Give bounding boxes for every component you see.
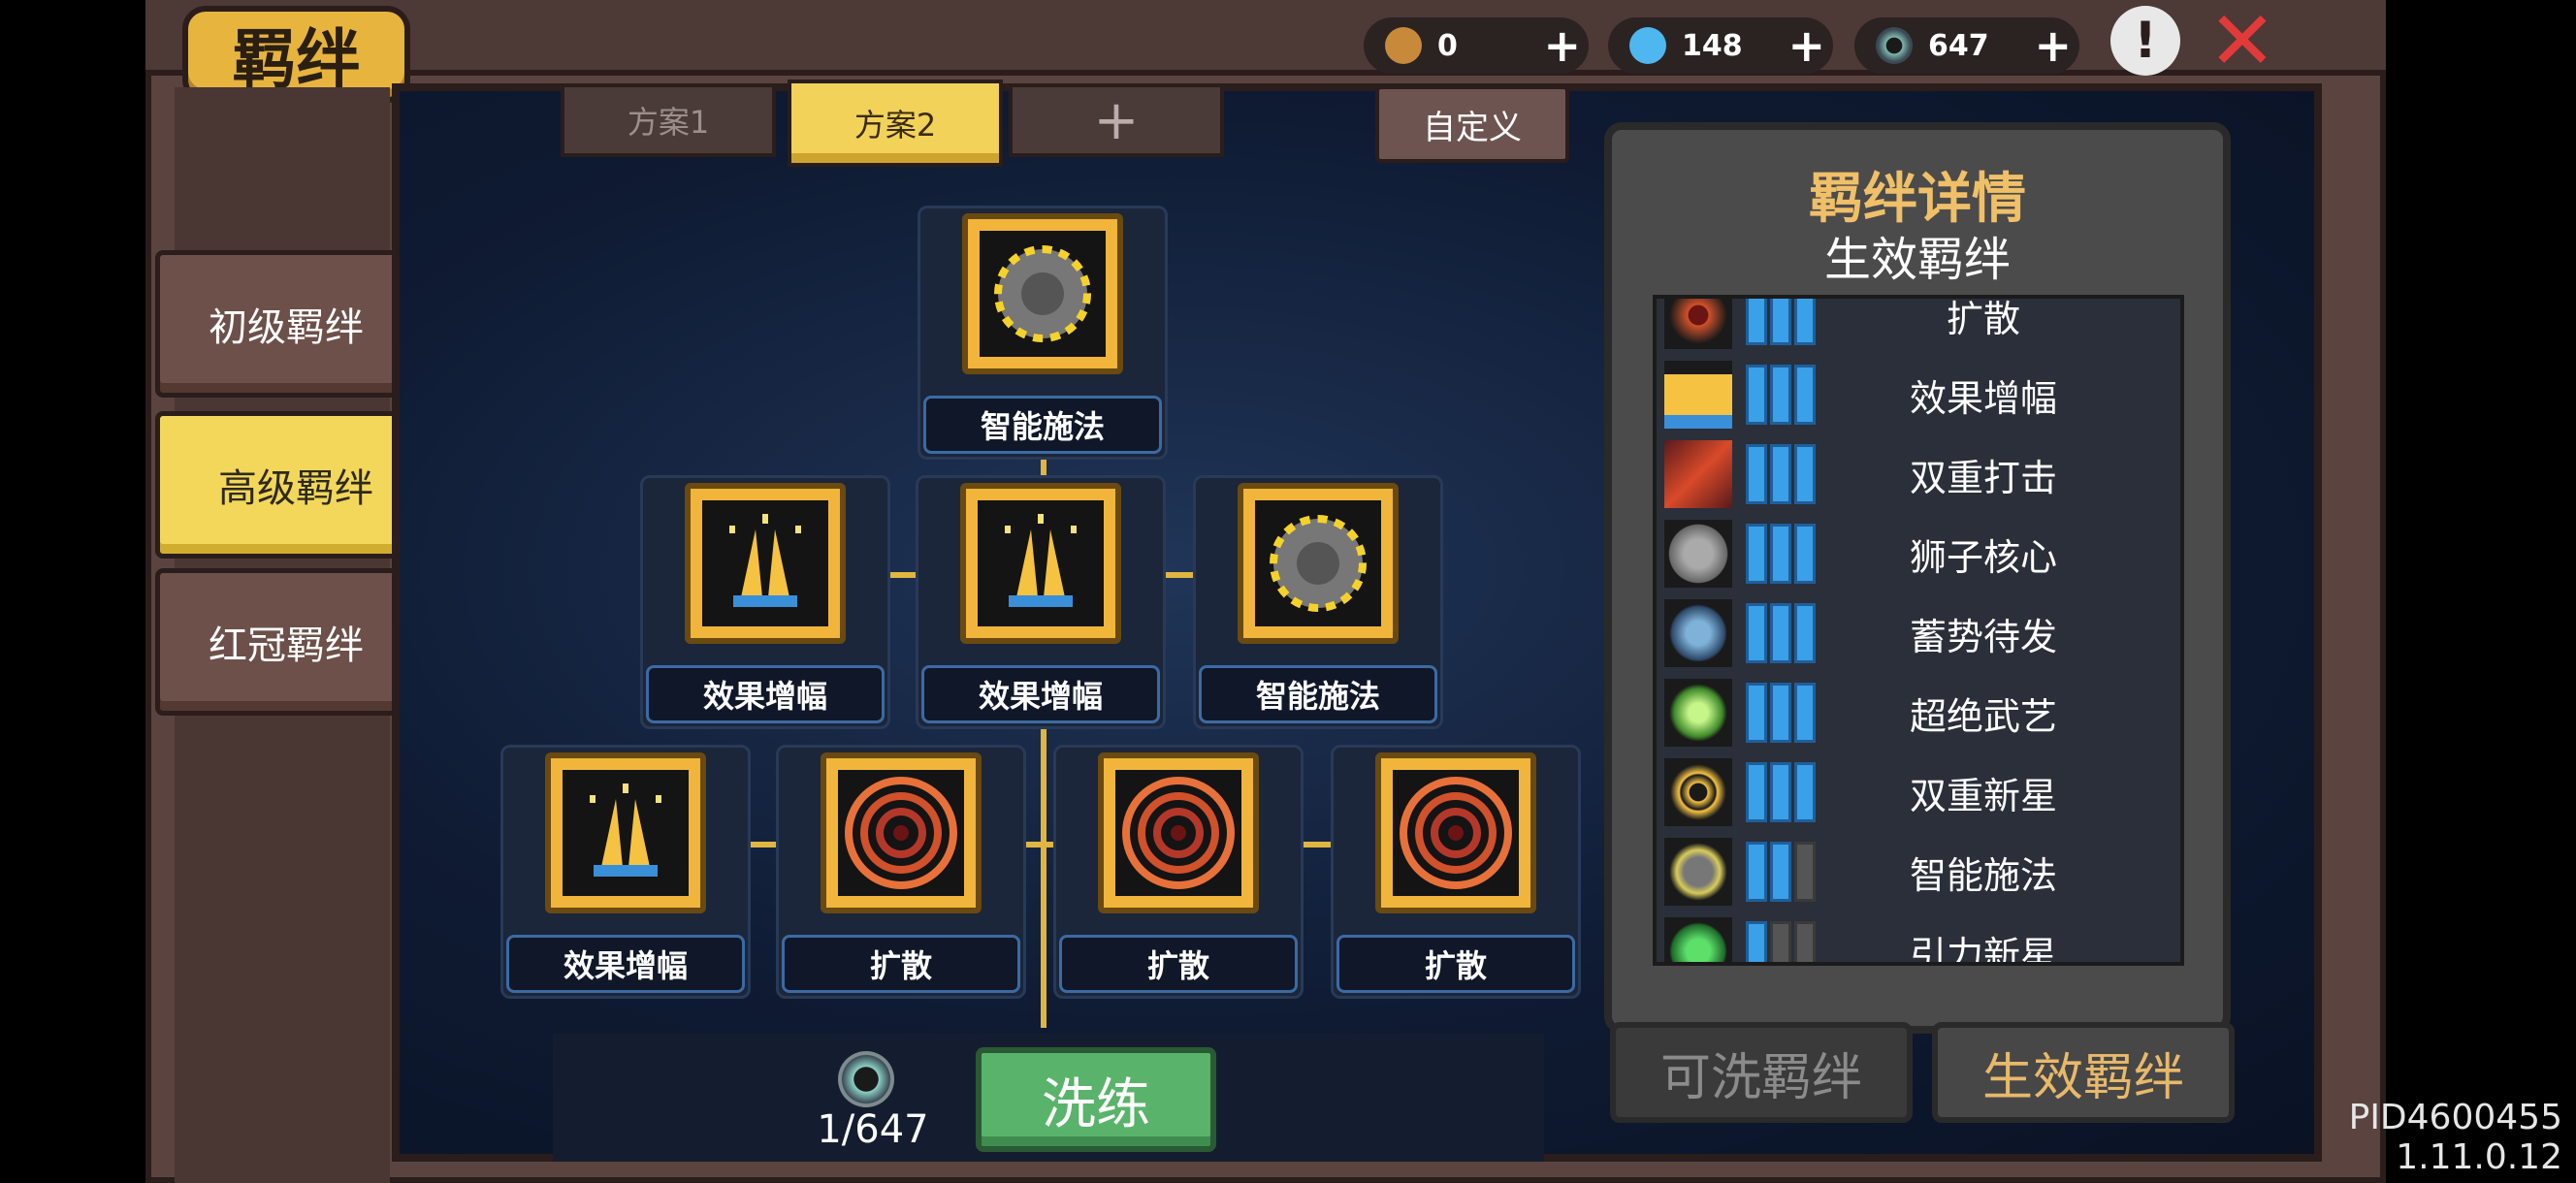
bond-node[interactable]: 效果增幅 <box>916 475 1166 729</box>
add-gem-button[interactable]: + <box>1787 19 1825 72</box>
bond-list[interactable]: 扩散 效果增幅 双重打击 狮子核心 蓄势待发 超绝武艺 双重新星 智能施法 引力 <box>1653 295 2184 966</box>
custom-button[interactable]: 自定义 <box>1375 85 1569 163</box>
praying-hands-icon <box>1005 514 1077 607</box>
bond-node-label: 扩散 <box>782 935 1020 993</box>
currency-orb-value: 647 <box>1928 28 1989 63</box>
bond-node-label: 扩散 <box>1336 935 1575 993</box>
ripple-icon <box>1664 299 1732 349</box>
add-plan-button[interactable]: + <box>1009 83 1224 157</box>
gear-icon <box>1270 515 1367 612</box>
list-item: 超绝武艺 <box>1657 673 2180 752</box>
list-item: 狮子核心 <box>1657 514 2180 593</box>
double-strike-icon <box>1664 440 1732 508</box>
close-icon[interactable]: ✕ <box>2202 0 2283 88</box>
tab-plan-1[interactable]: 方案1 <box>561 83 776 157</box>
bond-node-label: 智能施法 <box>923 396 1162 454</box>
level-bars <box>1746 683 1816 743</box>
bond-node-label: 效果增幅 <box>506 935 745 993</box>
level-bars <box>1746 365 1816 425</box>
add-bottle-button[interactable]: + <box>1543 19 1581 72</box>
praying-hands-icon <box>590 783 661 877</box>
list-item-name: 蓄势待发 <box>1909 615 2057 658</box>
gear-icon <box>1664 838 1732 906</box>
nav-basic-bond[interactable]: 初级羁绊 <box>155 250 417 398</box>
list-item-name: 引力新星 <box>1909 933 2057 966</box>
bottle-icon <box>1385 27 1422 64</box>
nav-redcrown-bond[interactable]: 红冠羁绊 <box>155 568 417 716</box>
reroll-cost: 1/647 <box>817 1107 929 1152</box>
currency-bottle: 0 + <box>1364 17 1589 74</box>
list-item: 效果增幅 <box>1657 355 2180 434</box>
gem-icon <box>1629 27 1666 64</box>
list-item: 双重新星 <box>1657 752 2180 832</box>
detail-subtitle: 生效羁绊 <box>1823 233 2011 287</box>
bond-node[interactable]: 智能施法 <box>918 206 1168 460</box>
list-item-name: 双重打击 <box>1909 456 2057 499</box>
list-item-name: 效果增幅 <box>1909 376 2057 420</box>
bond-node[interactable]: 效果增幅 <box>640 475 890 729</box>
ripple-icon <box>1400 777 1512 889</box>
level-bars <box>1746 603 1816 663</box>
lion-core-icon <box>1664 520 1732 588</box>
version-label: PID4600455 1.11.0.12 <box>2348 1098 2562 1177</box>
list-item: 蓄势待发 <box>1657 593 2180 673</box>
list-item-name: 智能施法 <box>1909 853 2057 897</box>
currency-gem-value: 148 <box>1682 28 1743 63</box>
ripple-icon <box>845 777 957 889</box>
bond-node-label: 智能施法 <box>1199 665 1437 723</box>
praying-hands-icon <box>1664 361 1732 429</box>
list-item-name: 双重新星 <box>1909 774 2057 817</box>
level-bars <box>1746 921 1816 962</box>
list-item: 智能施法 <box>1657 832 2180 911</box>
list-item: 双重打击 <box>1657 434 2180 514</box>
currency-gem: 148 + <box>1608 17 1833 74</box>
list-item-name: 超绝武艺 <box>1909 694 2057 738</box>
bond-node-label: 效果增幅 <box>921 665 1160 723</box>
ripple-icon <box>1122 777 1235 889</box>
gear-icon <box>994 245 1091 342</box>
list-item: 扩散 <box>1657 297 2180 355</box>
charge-icon <box>1664 599 1732 667</box>
praying-hands-icon <box>729 514 801 607</box>
alert-icon[interactable]: ! <box>2110 6 2180 76</box>
currency-orb: 647 + <box>1854 17 2079 74</box>
bond-node[interactable]: 扩散 <box>1053 745 1304 999</box>
gravity-nova-icon <box>1664 917 1732 962</box>
detail-title: 羁绊详情 <box>1809 168 2026 231</box>
double-nova-icon <box>1664 758 1732 826</box>
level-bars <box>1746 299 1816 345</box>
list-item: 引力新星 <box>1657 911 2180 966</box>
currency-bottle-value: 0 <box>1437 28 1458 63</box>
bond-node-label: 扩散 <box>1059 935 1298 993</box>
list-item-name: 狮子核心 <box>1909 535 2057 579</box>
tab-active-bonds[interactable]: 生效羁绊 <box>1932 1022 2235 1123</box>
add-orb-button[interactable]: + <box>2034 19 2072 72</box>
orb-icon <box>1876 27 1913 64</box>
level-bars <box>1746 762 1816 822</box>
bond-node-label: 效果增幅 <box>646 665 885 723</box>
level-bars <box>1746 444 1816 504</box>
list-item-name: 扩散 <box>1946 297 2020 340</box>
tab-available-bonds[interactable]: 可洗羁绊 <box>1610 1022 1913 1123</box>
reroll-button[interactable]: 洗练 <box>976 1047 1216 1152</box>
bond-node[interactable]: 智能施法 <box>1193 475 1443 729</box>
orb-icon <box>838 1051 894 1107</box>
bond-node[interactable]: 扩散 <box>1331 745 1581 999</box>
martial-arts-icon <box>1664 679 1732 747</box>
tab-plan-2[interactable]: 方案2 <box>788 80 1003 167</box>
level-bars <box>1746 842 1816 902</box>
level-bars <box>1746 524 1816 584</box>
bond-node[interactable]: 扩散 <box>776 745 1026 999</box>
bond-node[interactable]: 效果增幅 <box>500 745 751 999</box>
